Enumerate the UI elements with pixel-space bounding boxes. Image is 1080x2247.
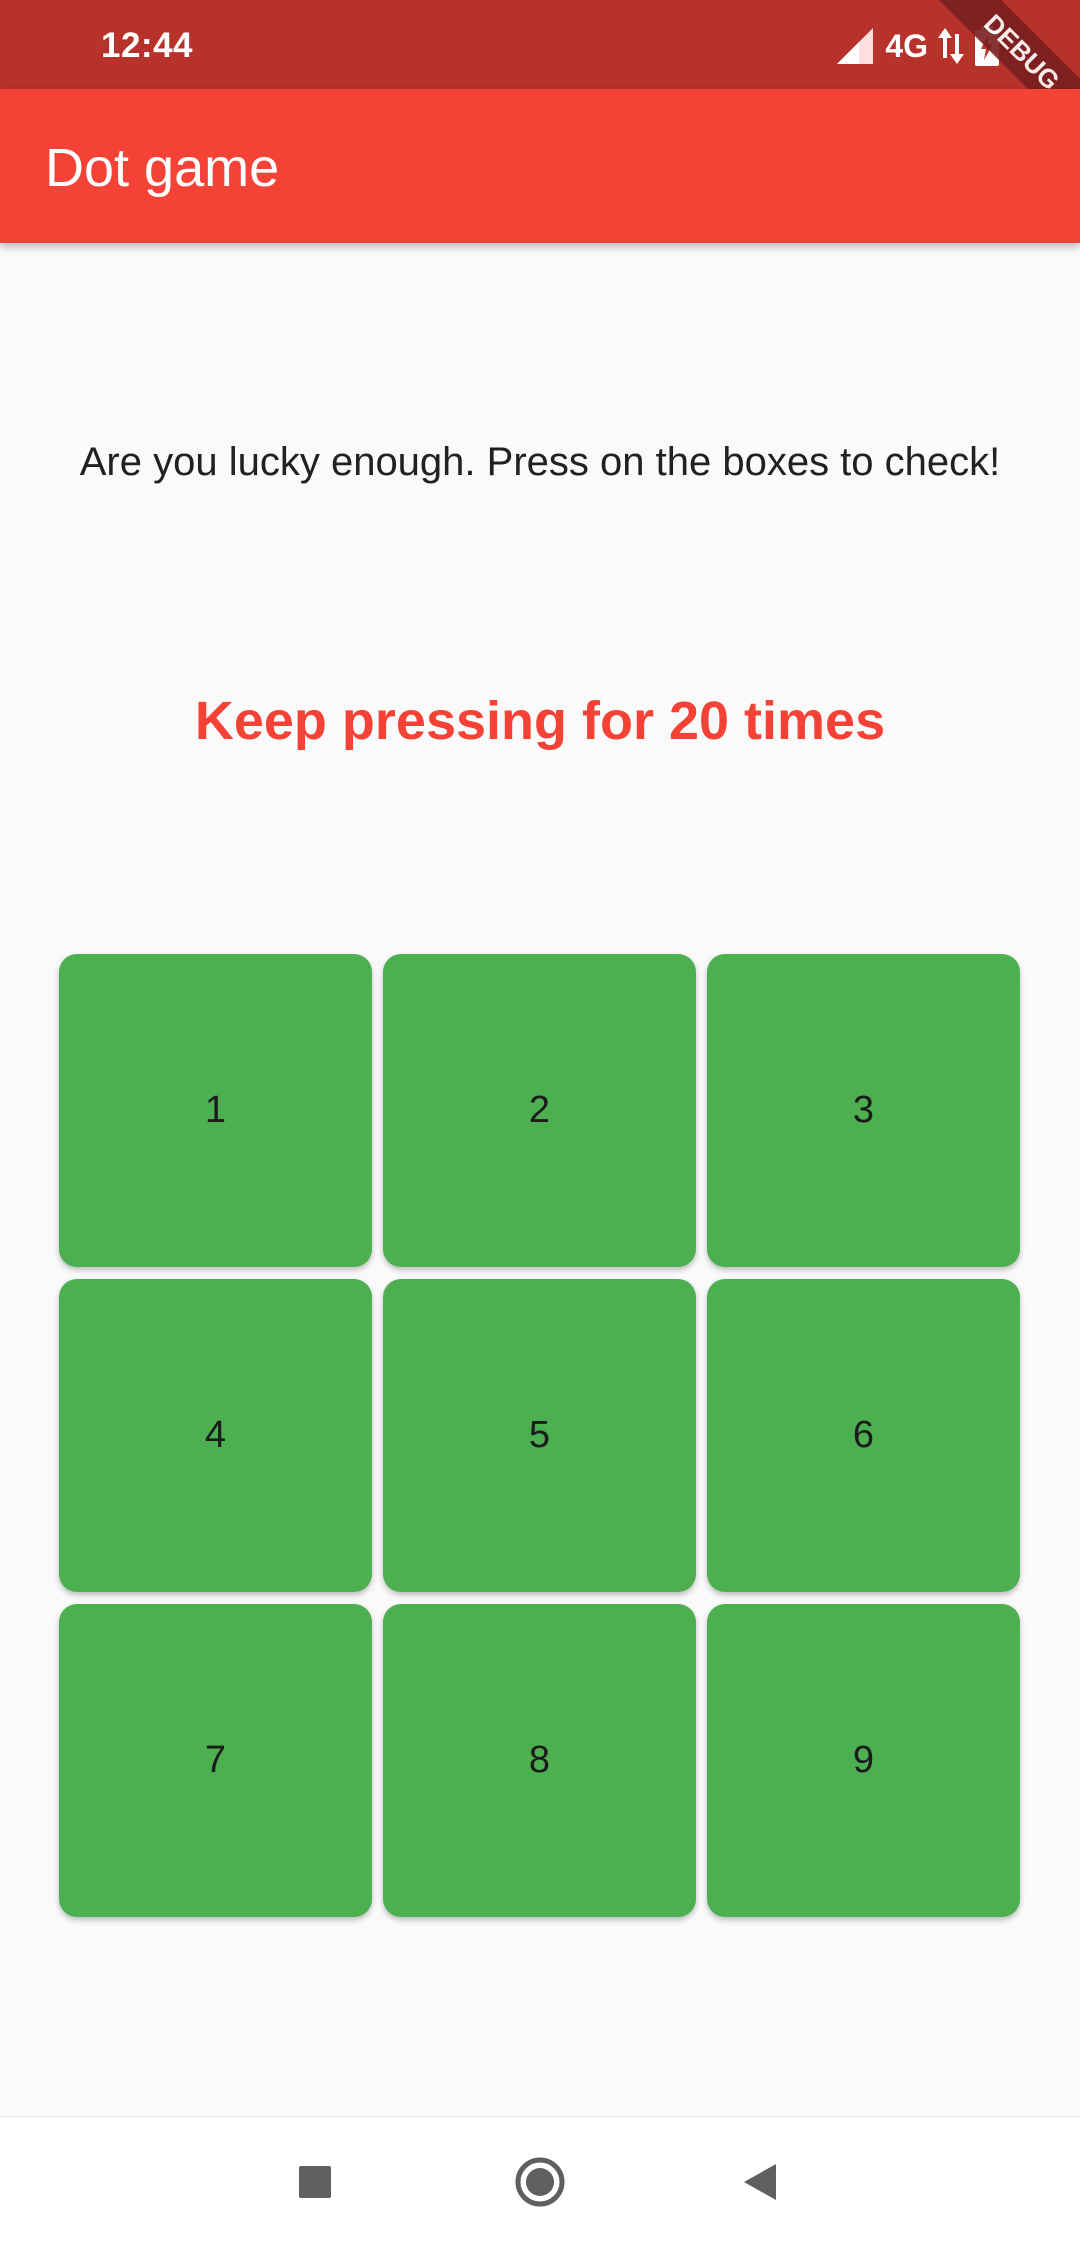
box-9[interactable]: 9	[707, 1604, 1020, 1917]
signal-icon	[837, 28, 874, 64]
box-6[interactable]: 6	[707, 1279, 1020, 1592]
box-1[interactable]: 1	[59, 954, 372, 1267]
navigation-bar	[0, 2116, 1080, 2247]
back-button[interactable]	[696, 2117, 826, 2247]
network-type: 4G	[885, 27, 928, 64]
home-button[interactable]	[475, 2117, 605, 2247]
data-transfer-icon	[938, 28, 964, 64]
recents-button[interactable]	[250, 2117, 380, 2247]
box-3[interactable]: 3	[707, 954, 1020, 1267]
instructions-text: Are you lucky enough. Press on the boxes…	[79, 440, 1001, 484]
status-bar: 12:44 4G DEBUG	[0, 0, 1080, 153]
box-7[interactable]: 7	[59, 1604, 372, 1917]
status-time: 12:44	[101, 26, 194, 65]
box-grid: 1 2 3 4 5 6 7 8 9	[59, 954, 1021, 1917]
box-4[interactable]: 4	[59, 1279, 372, 1592]
app-title: Dot game	[45, 138, 280, 198]
box-2[interactable]: 2	[383, 954, 696, 1267]
box-5[interactable]: 5	[383, 1279, 696, 1592]
recents-icon	[299, 2166, 331, 2198]
app-bar: Dot game	[0, 89, 1080, 243]
press-counter-text: Keep pressing for 20 times	[194, 691, 886, 751]
box-8[interactable]: 8	[383, 1604, 696, 1917]
back-icon	[744, 2164, 776, 2200]
home-icon	[515, 2157, 565, 2207]
